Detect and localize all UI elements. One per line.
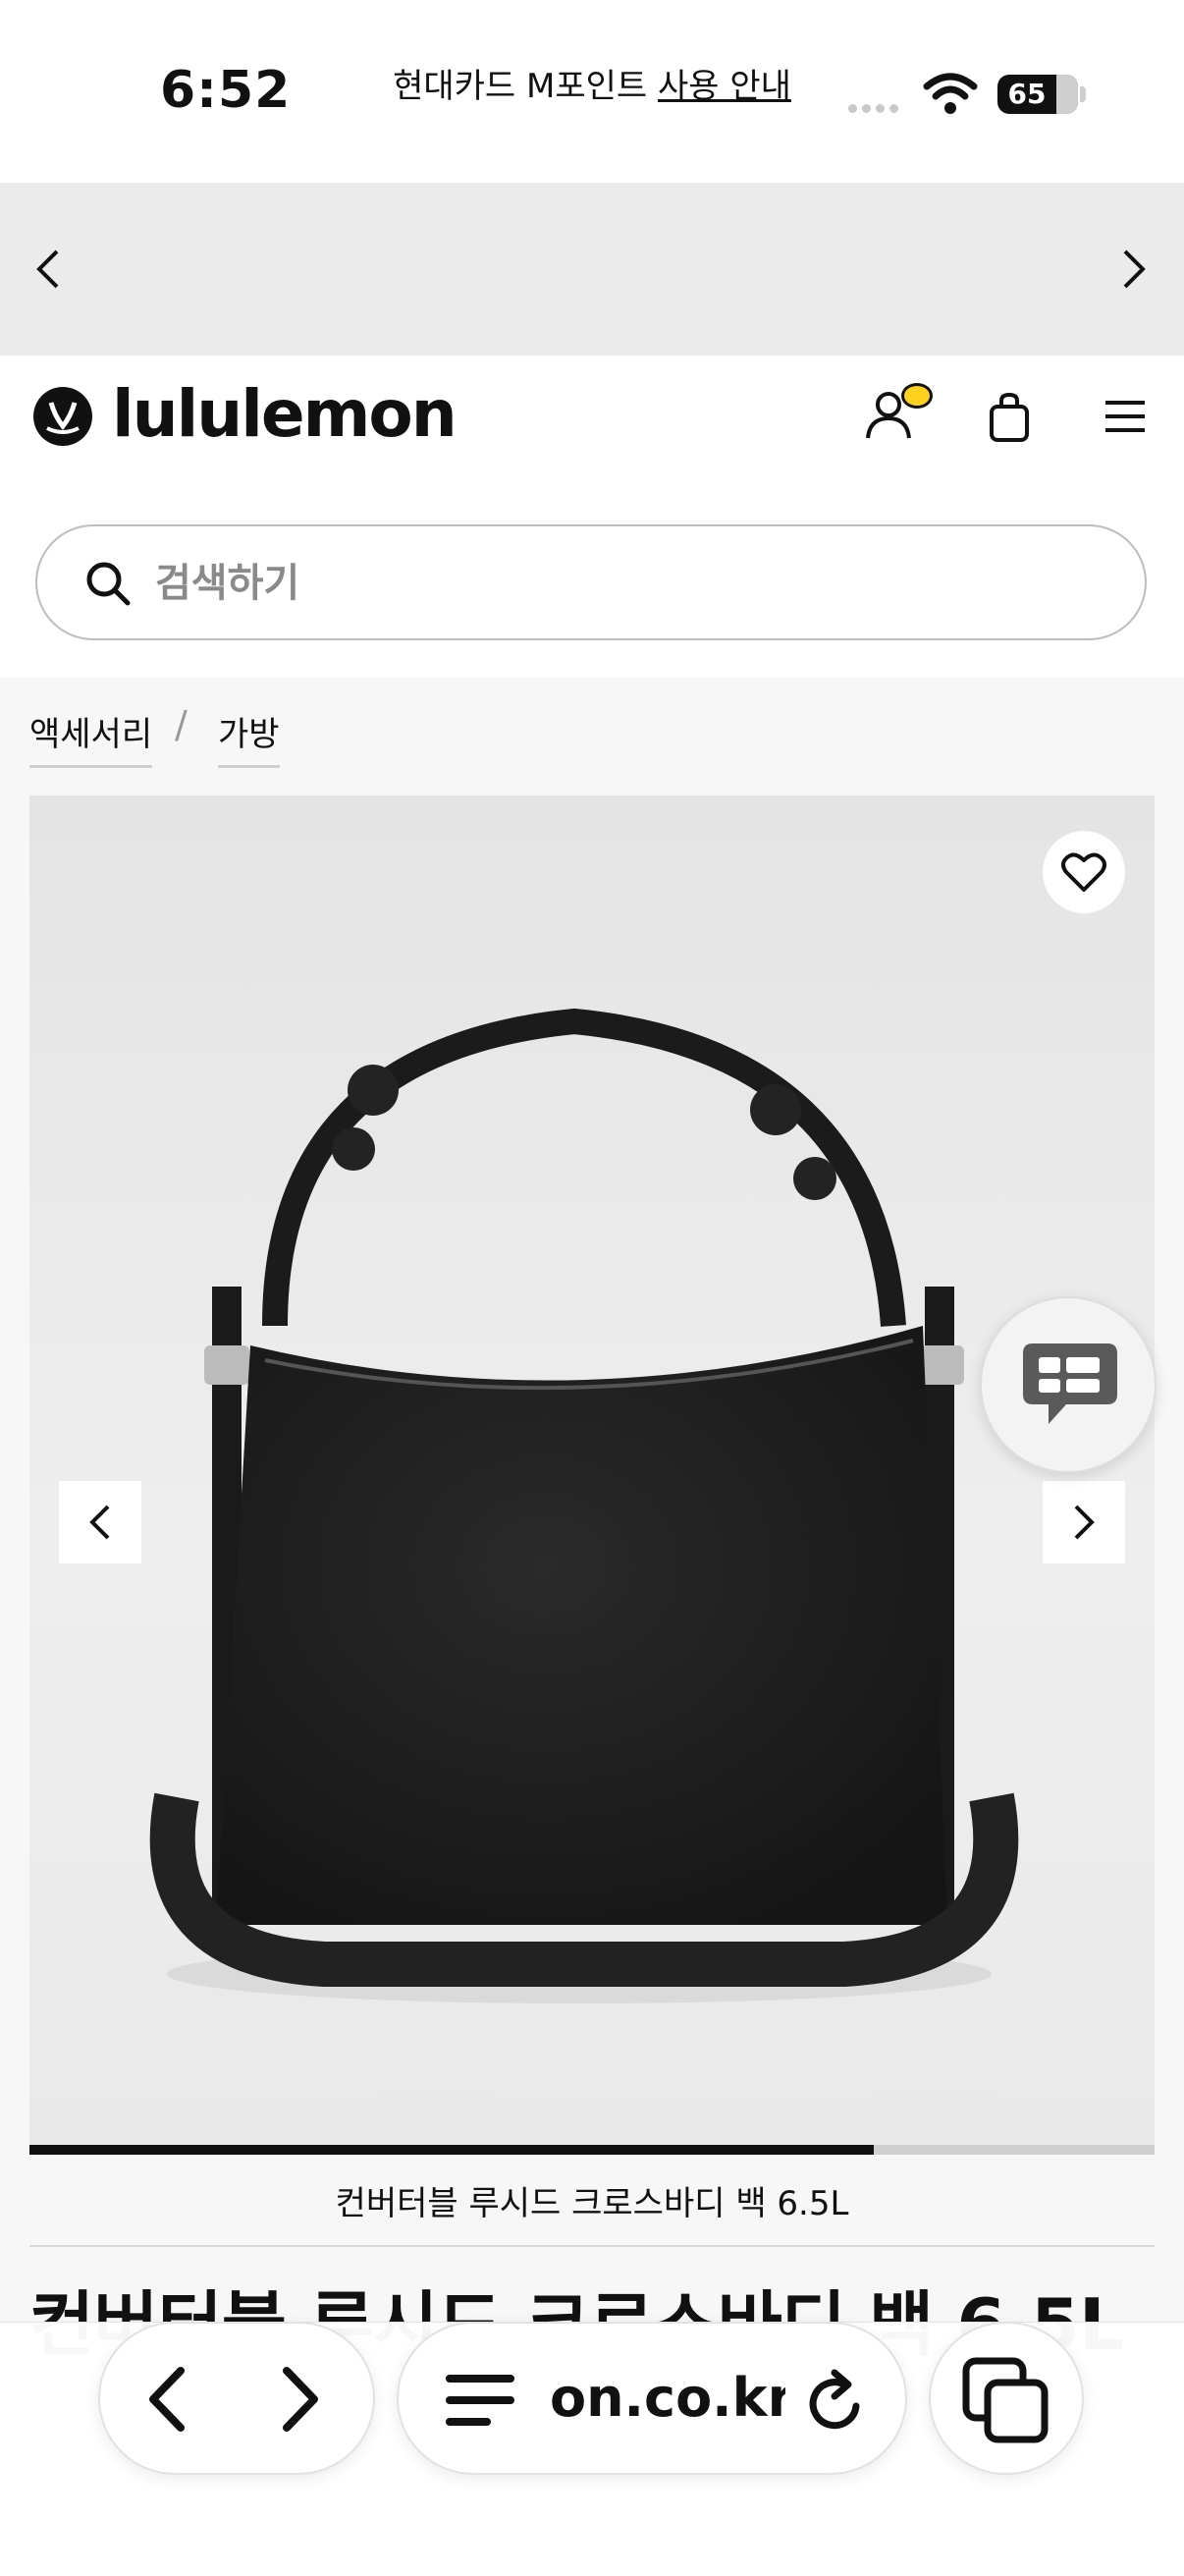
reload-icon[interactable]	[805, 2367, 868, 2434]
url-text: on.co.kr	[550, 2367, 785, 2429]
image-prev-button[interactable]	[59, 1481, 141, 1563]
bag-illustration	[149, 1008, 1019, 2003]
promo-banner	[0, 183, 1184, 356]
image-progress-fill	[29, 2145, 874, 2155]
image-caption: 컨버터블 루시드 크로스바디 백 6.5L	[335, 2184, 849, 2223]
breadcrumb-item-accessories[interactable]: 액세서리	[29, 707, 153, 768]
product-image[interactable]	[29, 795, 1155, 2147]
breadcrumb-item-bags[interactable]: 가방	[218, 707, 280, 768]
back-icon[interactable]	[143, 2365, 190, 2434]
chevron-left-icon	[89, 1505, 110, 1540]
reader-menu-icon[interactable]	[446, 2373, 514, 2428]
search-bar[interactable]	[35, 524, 1147, 640]
divider	[29, 2245, 1155, 2247]
forward-icon[interactable]	[277, 2365, 324, 2434]
tabs-icon	[962, 2357, 1049, 2443]
breadcrumb-separator: /	[175, 703, 188, 746]
logo-mark-icon[interactable]	[33, 387, 92, 446]
promo-link[interactable]: 사용 안내	[658, 67, 791, 106]
wishlist-button[interactable]	[1043, 831, 1125, 913]
chat-icon	[1023, 1343, 1117, 1424]
shopping-bag-icon[interactable]	[986, 391, 1033, 444]
image-next-button[interactable]	[1043, 1481, 1125, 1563]
promo-text: 현대카드 M포인트	[393, 67, 658, 106]
search-input[interactable]	[153, 550, 1100, 617]
logo[interactable]: lululemon	[112, 375, 457, 454]
tabs-button[interactable]	[929, 2322, 1084, 2475]
chevron-right-icon	[1074, 1505, 1095, 1540]
search-icon	[86, 562, 131, 606]
heart-icon	[1061, 852, 1106, 892]
chevron-right-icon[interactable]	[1119, 247, 1149, 291]
browser-nav-group	[98, 2322, 375, 2475]
hamburger-menu-icon[interactable]	[1103, 399, 1147, 434]
chat-button[interactable]	[980, 1296, 1157, 1473]
promo-message: 현대카드 M포인트 사용 안내	[0, 0, 1184, 173]
chevron-left-icon[interactable]	[33, 247, 63, 291]
notification-badge	[901, 383, 933, 409]
